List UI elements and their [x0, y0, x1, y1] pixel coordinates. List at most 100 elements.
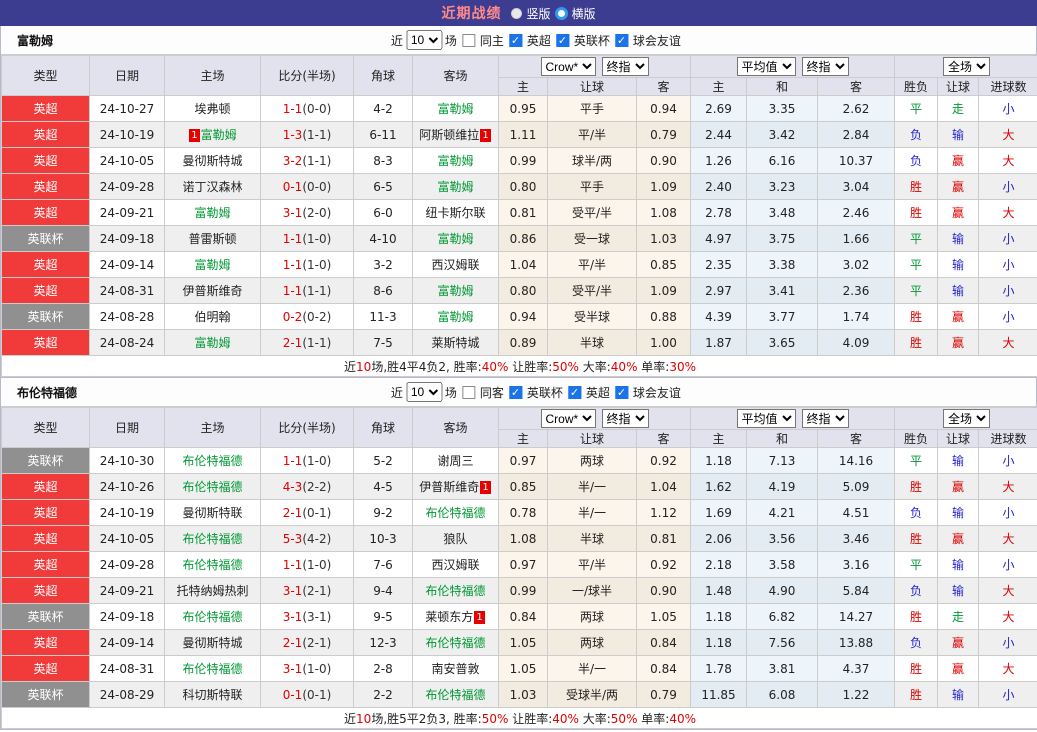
- league-type-badge: 英超: [1, 277, 90, 304]
- home-team[interactable]: 伊普斯维奇: [164, 277, 261, 304]
- odds-source-select[interactable]: Crow*: [540, 409, 596, 428]
- filter-checkbox-2[interactable]: [555, 33, 569, 47]
- near-label: 近: [390, 33, 403, 48]
- vertical-layout-label[interactable]: 竖版: [526, 5, 550, 22]
- away-team[interactable]: 布伦特福德: [412, 629, 499, 656]
- result-outcome: 负: [894, 629, 939, 656]
- home-team[interactable]: 布伦特福德: [164, 525, 261, 552]
- match-count-select[interactable]: 10: [405, 382, 442, 402]
- corner-count: 8-6: [353, 277, 413, 304]
- home-team[interactable]: 托特纳姆热刺: [164, 577, 261, 604]
- away-team[interactable]: 富勒姆: [412, 303, 499, 330]
- col-header-result: 胜负: [894, 429, 939, 448]
- match-score[interactable]: 0-2(0-2): [260, 303, 354, 330]
- match-score[interactable]: 1-1(1-0): [260, 225, 354, 252]
- home-team[interactable]: 布伦特福德: [164, 655, 261, 682]
- home-team[interactable]: 曼彻斯特城: [164, 629, 261, 656]
- avg-home-odds: 1.18: [690, 603, 747, 630]
- away-team[interactable]: 西汉姆联: [412, 551, 499, 578]
- handicap-outcome: 输: [937, 251, 980, 278]
- filter-checkbox-2[interactable]: [567, 385, 581, 399]
- home-team[interactable]: 诺丁汉森林: [164, 173, 261, 200]
- away-team[interactable]: 南安普敦: [412, 655, 499, 682]
- match-score[interactable]: 1-1(0-0): [260, 95, 354, 122]
- match-score[interactable]: 3-1(2-0): [260, 199, 354, 226]
- scope-select[interactable]: 全场: [943, 409, 991, 428]
- home-team[interactable]: 布伦特福德: [164, 603, 261, 630]
- filter-checkbox-3[interactable]: [614, 385, 628, 399]
- scope-select[interactable]: 全场: [943, 57, 991, 76]
- away-team[interactable]: 布伦特福德: [412, 577, 499, 604]
- match-score[interactable]: 3-2(1-1): [260, 147, 354, 174]
- match-score[interactable]: 1-1(1-0): [260, 251, 354, 278]
- match-score[interactable]: 1-3(1-1): [260, 121, 354, 148]
- odds-source-select[interactable]: Crow*: [540, 57, 596, 76]
- home-team[interactable]: 埃弗顿: [164, 95, 261, 122]
- home-team[interactable]: 曼彻斯特联: [164, 499, 261, 526]
- team-name[interactable]: 富勒姆: [17, 32, 53, 49]
- odds-final-select[interactable]: 终指: [601, 409, 649, 428]
- away-team[interactable]: 富勒姆: [412, 147, 499, 174]
- home-team[interactable]: 布伦特福德: [164, 551, 261, 578]
- handicap-odds-home: 0.81: [498, 199, 548, 226]
- away-team[interactable]: 西汉姆联: [412, 251, 499, 278]
- match-score[interactable]: 0-1(0-1): [260, 681, 354, 708]
- layout-radio-group: 竖版 横版: [511, 5, 596, 22]
- match-count-select[interactable]: 10: [405, 30, 442, 50]
- match-score[interactable]: 2-1(2-1): [260, 629, 354, 656]
- away-team[interactable]: 富勒姆: [412, 225, 499, 252]
- match-score[interactable]: 1-1(1-1): [260, 277, 354, 304]
- home-team[interactable]: 曼彻斯特城: [164, 147, 261, 174]
- match-score[interactable]: 2-1(0-1): [260, 499, 354, 526]
- corner-count: 7-5: [353, 329, 413, 356]
- avg-final-select[interactable]: 终指: [801, 409, 849, 428]
- match-score[interactable]: 3-1(3-1): [260, 603, 354, 630]
- home-team[interactable]: 布伦特福德: [164, 473, 261, 500]
- same-side-checkbox[interactable]: [461, 33, 475, 47]
- away-team[interactable]: 阿斯顿维拉 1: [412, 121, 499, 148]
- horizontal-layout-radio[interactable]: [554, 6, 568, 20]
- filter-checkbox-1[interactable]: [508, 33, 522, 47]
- away-team[interactable]: 富勒姆: [412, 173, 499, 200]
- match-score[interactable]: 4-3(2-2): [260, 473, 354, 500]
- away-team[interactable]: 布伦特福德: [412, 499, 499, 526]
- corner-count: 9-2: [353, 499, 413, 526]
- home-team[interactable]: 富勒姆: [164, 199, 261, 226]
- away-team[interactable]: 莱顿东方 1: [412, 603, 499, 630]
- away-team[interactable]: 富勒姆: [412, 95, 499, 122]
- home-team[interactable]: 科切斯特联: [164, 681, 261, 708]
- match-score[interactable]: 1-1(1-0): [260, 447, 354, 474]
- home-team[interactable]: 1 富勒姆: [164, 121, 261, 148]
- away-team[interactable]: 狼队: [412, 525, 499, 552]
- away-team[interactable]: 富勒姆: [412, 277, 499, 304]
- home-team[interactable]: 富勒姆: [164, 329, 261, 356]
- away-team[interactable]: 纽卡斯尔联: [412, 199, 499, 226]
- avg-source-select[interactable]: 平均值: [736, 57, 796, 76]
- horizontal-layout-label[interactable]: 横版: [572, 5, 596, 22]
- match-score[interactable]: 2-1(1-1): [260, 329, 354, 356]
- team-name[interactable]: 布伦特福德: [17, 384, 77, 401]
- away-team[interactable]: 谢周三: [412, 447, 499, 474]
- filter-checkbox-3[interactable]: [614, 33, 628, 47]
- away-team[interactable]: 布伦特福德: [412, 681, 499, 708]
- col-header-handicap-result: 让球: [937, 429, 980, 448]
- match-score[interactable]: 1-1(1-0): [260, 551, 354, 578]
- same-side-checkbox[interactable]: [461, 385, 475, 399]
- odds-final-select[interactable]: 终指: [601, 57, 649, 76]
- match-score[interactable]: 3-1(1-0): [260, 655, 354, 682]
- avg-final-select[interactable]: 终指: [801, 57, 849, 76]
- match-score[interactable]: 5-3(4-2): [260, 525, 354, 552]
- handicap-odds-away: 1.12: [636, 499, 691, 526]
- match-score[interactable]: 0-1(0-0): [260, 173, 354, 200]
- vertical-layout-radio[interactable]: [511, 7, 523, 19]
- filter-checkbox-1[interactable]: [508, 385, 522, 399]
- home-team[interactable]: 布伦特福德: [164, 447, 261, 474]
- home-team[interactable]: 伯明翰: [164, 303, 261, 330]
- avg-source-select[interactable]: 平均值: [736, 409, 796, 428]
- avg-draw-odds: 3.35: [746, 95, 818, 122]
- match-score[interactable]: 3-1(2-1): [260, 577, 354, 604]
- away-team[interactable]: 莱斯特城: [412, 329, 499, 356]
- home-team[interactable]: 普雷斯顿: [164, 225, 261, 252]
- home-team[interactable]: 富勒姆: [164, 251, 261, 278]
- away-team[interactable]: 伊普斯维奇 1: [412, 473, 499, 500]
